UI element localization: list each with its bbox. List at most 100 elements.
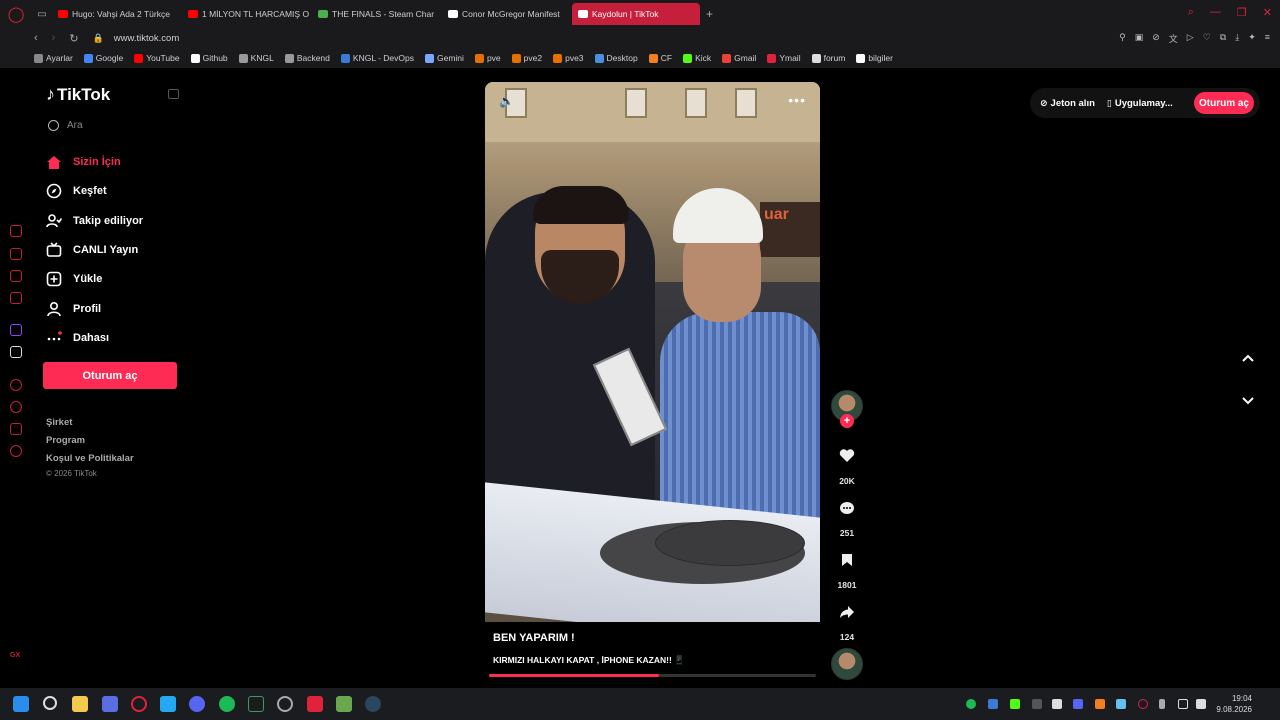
next-video-button[interactable] (1238, 391, 1258, 411)
terminal-icon[interactable] (248, 696, 264, 712)
bookmark-item[interactable]: Gmail (722, 53, 756, 63)
menu-icon[interactable]: ≡ (1265, 32, 1270, 45)
bookmark-item[interactable]: Kick (683, 53, 711, 63)
bookmark-item[interactable]: pve2 (511, 53, 542, 63)
messenger-icon[interactable] (10, 270, 22, 282)
top-login-button[interactable]: Oturum aç (1194, 92, 1254, 114)
bookmark-item[interactable]: pve3 (553, 53, 584, 63)
browser-icon[interactable] (277, 696, 293, 712)
news-icon[interactable] (10, 292, 22, 304)
player-sidebar-icon[interactable] (10, 379, 22, 391)
player-icon[interactable]: ▷ (1187, 32, 1194, 45)
previous-video-button[interactable] (1238, 348, 1258, 368)
nav-item-following[interactable]: Takip ediliyor (46, 213, 143, 229)
new-tab-button[interactable]: + (706, 7, 713, 21)
lock-icon[interactable]: 🔒 (93, 33, 104, 44)
browser-tab[interactable]: 1 MİLYON TL HARCAMIŞ O (182, 3, 310, 25)
explorer-icon[interactable] (72, 696, 88, 712)
music-disc-avatar[interactable] (831, 648, 863, 680)
minecraft-icon[interactable] (336, 696, 352, 712)
tray-x-icon[interactable] (1052, 699, 1062, 709)
login-button[interactable]: Oturum aç (43, 362, 177, 389)
close-button[interactable]: ✕ (1263, 6, 1272, 19)
maximize-button[interactable]: ❐ (1237, 6, 1247, 19)
tiktok-logo[interactable]: ♪ TikTok (46, 84, 110, 105)
spotify-icon[interactable] (219, 696, 235, 712)
bookmark-item[interactable]: Ayarlar (34, 53, 73, 63)
bookmark-icon[interactable] (837, 550, 857, 570)
extensions-icon[interactable]: ⧉ (1220, 32, 1226, 45)
nav-item-upload[interactable]: Yükle (46, 271, 102, 287)
bookmark-item[interactable]: Ymail (767, 53, 801, 63)
search-field[interactable]: Ara (48, 120, 83, 131)
x-icon[interactable] (10, 346, 22, 358)
workspaces-icon[interactable]: ▭ (32, 0, 52, 28)
collapse-sidebar-icon[interactable] (168, 89, 179, 99)
aria-icon[interactable] (10, 248, 22, 260)
clock[interactable]: 19:04 9.08.2026 (1216, 693, 1252, 715)
program-link[interactable]: Program (46, 435, 85, 446)
follow-button[interactable]: + (840, 414, 854, 428)
tray-discord-icon[interactable] (1073, 699, 1083, 709)
comment-icon[interactable] (837, 498, 857, 518)
nav-item-live[interactable]: CANLI Yayın (46, 242, 138, 258)
bookmark-item[interactable]: forum (811, 53, 845, 63)
start-icon[interactable] (13, 696, 29, 712)
back-button[interactable]: ‹ (34, 32, 38, 44)
tray-app-icon[interactable] (988, 699, 998, 709)
bookmark-item[interactable]: pve (474, 53, 501, 63)
minimize-button[interactable]: — (1210, 6, 1221, 19)
nav-item-home[interactable]: Sizin İçin (46, 154, 121, 170)
bookmark-item[interactable]: KNGL - DevOps (340, 53, 414, 63)
reload-button[interactable]: ↻ (69, 32, 78, 45)
bookmark-item[interactable]: KNGL (238, 53, 274, 63)
app-red-icon[interactable] (307, 696, 323, 712)
browser-tab[interactable]: Conor McGregor Manifest (442, 3, 570, 25)
volume-tray-icon[interactable] (1196, 699, 1206, 709)
company-link[interactable]: Şirket (46, 417, 72, 428)
bookmark-item[interactable]: Desktop (594, 53, 638, 63)
app-icon[interactable] (102, 696, 118, 712)
browser-tab[interactable]: Kaydolun | TikTok (572, 3, 700, 25)
video-progress-bar[interactable] (489, 674, 816, 677)
url-field[interactable]: www.tiktok.com (114, 33, 179, 44)
history-icon[interactable] (10, 225, 22, 237)
tray-play-icon[interactable] (1010, 699, 1020, 709)
opera-logo-icon[interactable]: ◯ (0, 0, 32, 28)
bookmark-item[interactable]: CF (648, 53, 672, 63)
forward-button[interactable]: › (52, 32, 56, 44)
get-coins-button[interactable]: ⊘ Jeton alın (1040, 98, 1095, 109)
clock-icon[interactable] (10, 401, 22, 413)
like-icon[interactable] (837, 446, 857, 466)
network-icon[interactable] (1178, 699, 1188, 709)
bookmark-item[interactable]: YouTube (134, 53, 180, 63)
tray-app2-icon[interactable] (1032, 699, 1042, 709)
download-icon[interactable]: ⤓ (1235, 32, 1239, 45)
terms-link[interactable]: Koşul ve Politikalar (46, 453, 134, 464)
share-icon[interactable] (837, 602, 857, 622)
search-tabs-icon[interactable]: ⌕ (1188, 6, 1194, 19)
bookmark-item[interactable]: Backend (284, 53, 330, 63)
bookmark-item[interactable]: Google (83, 53, 123, 63)
tray-cloudflare-icon[interactable] (1095, 699, 1105, 709)
volume-icon[interactable]: 🔈 (499, 94, 514, 108)
snapshot-icon[interactable]: ▣ (1135, 32, 1144, 45)
tray-opera-icon[interactable] (1138, 699, 1148, 709)
nav-item-more[interactable]: Dahası (46, 330, 109, 346)
gx-icon[interactable]: GX (10, 652, 20, 659)
video-player[interactable]: uar 🔈 ••• BEN YAPARIM ! KIRMIZI HALKAYI … (485, 82, 820, 678)
nav-item-profile[interactable]: Profil (46, 301, 101, 317)
steam-icon[interactable] (365, 696, 381, 712)
taskbar-search-icon[interactable] (43, 696, 57, 710)
bookmark-item[interactable]: Github (190, 53, 228, 63)
browser-tab[interactable]: Hugo: Vahşi Ada 2 Türkçe (52, 3, 180, 25)
tray-spotify-icon[interactable] (966, 699, 976, 709)
ai-icon[interactable]: ✦ (1248, 32, 1256, 45)
vscode-icon[interactable] (160, 696, 176, 712)
settings-icon[interactable] (10, 445, 22, 457)
get-app-button[interactable]: ▯ Uygulamay... (1107, 98, 1173, 109)
browser-tab[interactable]: THE FINALS - Steam Char (312, 3, 440, 25)
tray-steam-icon[interactable] (1116, 699, 1126, 709)
nav-item-compass[interactable]: Keşfet (46, 183, 107, 199)
pin-icon[interactable]: ⚲ (1119, 32, 1126, 45)
